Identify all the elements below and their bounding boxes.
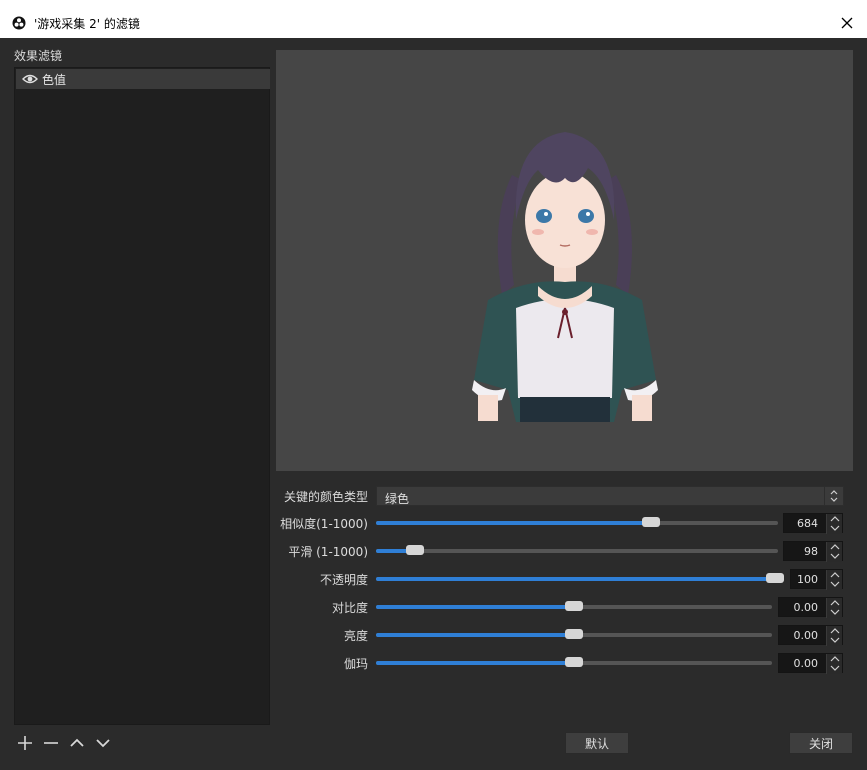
similarity-spinbox[interactable]: 684 — [783, 513, 843, 534]
window-title: '游戏采集 2' 的滤镜 — [34, 16, 140, 31]
key-color-type-select[interactable]: 绿色 — [376, 486, 844, 506]
contrast-slider-fill — [376, 605, 574, 609]
spin-up-icon[interactable] — [830, 515, 840, 523]
smoothness-label: 平滑 (1-1000) — [288, 544, 368, 559]
opacity-slider[interactable] — [376, 573, 784, 583]
preview-character-image — [472, 132, 658, 422]
spin-up-icon[interactable] — [830, 543, 840, 551]
smoothness-slider-handle[interactable] — [406, 545, 425, 555]
spin-down-icon[interactable] — [830, 608, 840, 616]
gamma-slider[interactable] — [376, 657, 772, 667]
smoothness-slider[interactable] — [376, 545, 778, 555]
spin-down-icon[interactable] — [830, 636, 840, 644]
filter-item-label: 色值 — [42, 72, 67, 87]
similarity-slider[interactable] — [376, 517, 778, 527]
filters-dialog: 效果滤镜 色值 关键的颜色类型 绿色 相似度(1-1000) 684 平滑 (1… — [0, 38, 867, 770]
plus-icon — [18, 736, 32, 750]
contrast-slider[interactable] — [376, 601, 772, 611]
opacity-label: 不透明度 — [319, 572, 368, 587]
spin-up-icon[interactable] — [830, 655, 840, 663]
contrast-slider-handle[interactable] — [565, 601, 583, 611]
add-filter-button[interactable] — [15, 735, 35, 751]
spin-up-icon[interactable] — [830, 571, 840, 579]
opacity-value: 100 — [797, 573, 818, 586]
smoothness-row: 平滑 (1-1000) 98 — [276, 540, 853, 562]
spin-down-icon[interactable] — [830, 580, 840, 588]
contrast-spinbox[interactable]: 0.00 — [778, 597, 843, 618]
gamma-spin-arrows[interactable] — [826, 654, 842, 674]
contrast-spin-arrows[interactable] — [826, 598, 842, 618]
similarity-row: 相似度(1-1000) 684 — [276, 512, 853, 534]
obs-logo-icon — [12, 16, 26, 30]
gamma-slider-fill — [376, 661, 574, 665]
filter-item-color-key[interactable]: 色值 — [16, 69, 270, 89]
smoothness-value: 98 — [804, 545, 818, 558]
contrast-label: 对比度 — [331, 600, 368, 615]
spin-down-icon[interactable] — [830, 664, 840, 672]
contrast-row: 对比度 0.00 — [276, 596, 853, 618]
spin-down-icon[interactable] — [830, 552, 840, 560]
effect-filters-list[interactable]: 色值 — [14, 67, 270, 725]
similarity-slider-handle[interactable] — [641, 517, 660, 527]
gamma-value: 0.00 — [793, 657, 819, 670]
move-filter-down-button[interactable] — [93, 735, 113, 751]
defaults-button[interactable]: 默认 — [565, 732, 629, 754]
smoothness-spinbox[interactable]: 98 — [783, 541, 843, 562]
brightness-slider[interactable] — [376, 629, 772, 639]
select-arrows-icon — [824, 487, 838, 505]
opacity-spinbox[interactable]: 100 — [790, 569, 843, 590]
background-window-strip — [0, 0, 867, 8]
key-color-type-value: 绿色 — [385, 492, 410, 506]
opacity-spin-arrows[interactable] — [826, 570, 842, 590]
similarity-spin-arrows[interactable] — [826, 514, 842, 534]
brightness-label: 亮度 — [343, 628, 368, 643]
similarity-slider-fill — [376, 521, 651, 525]
eye-visibility-icon[interactable] — [22, 73, 38, 85]
brightness-slider-handle[interactable] — [565, 629, 583, 639]
contrast-value: 0.00 — [793, 601, 819, 614]
chevron-up-icon — [70, 738, 84, 747]
title-bar: '游戏采集 2' 的滤镜 — [0, 8, 867, 38]
spin-up-icon[interactable] — [830, 627, 840, 635]
spin-down-icon[interactable] — [830, 524, 840, 532]
effect-filters-heading: 效果滤镜 — [14, 49, 63, 63]
brightness-slider-fill — [376, 633, 574, 637]
close-icon — [841, 17, 853, 29]
gamma-label: 伽玛 — [343, 656, 368, 671]
brightness-row: 亮度 0.00 — [276, 624, 853, 646]
minus-icon — [44, 742, 58, 744]
opacity-slider-handle[interactable] — [766, 573, 784, 583]
brightness-spinbox[interactable]: 0.00 — [778, 625, 843, 646]
key-color-type-row: 关键的颜色类型 绿色 — [276, 485, 853, 507]
close-button[interactable]: 关闭 — [789, 732, 853, 754]
gamma-slider-handle[interactable] — [565, 657, 583, 667]
brightness-value: 0.00 — [793, 629, 819, 642]
brightness-spin-arrows[interactable] — [826, 626, 842, 646]
smoothness-spin-arrows[interactable] — [826, 542, 842, 562]
key-color-type-label: 关键的颜色类型 — [283, 489, 368, 504]
opacity-slider-fill — [376, 577, 784, 581]
similarity-label: 相似度(1-1000) — [280, 516, 368, 531]
similarity-value: 684 — [797, 517, 818, 530]
chevron-down-icon — [96, 739, 110, 748]
close-window-button[interactable] — [837, 13, 857, 33]
gamma-spinbox[interactable]: 0.00 — [778, 653, 843, 674]
source-preview — [276, 50, 853, 471]
gamma-row: 伽玛 0.00 — [276, 652, 853, 674]
move-filter-up-button[interactable] — [67, 735, 87, 751]
remove-filter-button[interactable] — [41, 735, 61, 751]
spin-up-icon[interactable] — [830, 599, 840, 607]
opacity-row: 不透明度 100 — [276, 568, 853, 590]
